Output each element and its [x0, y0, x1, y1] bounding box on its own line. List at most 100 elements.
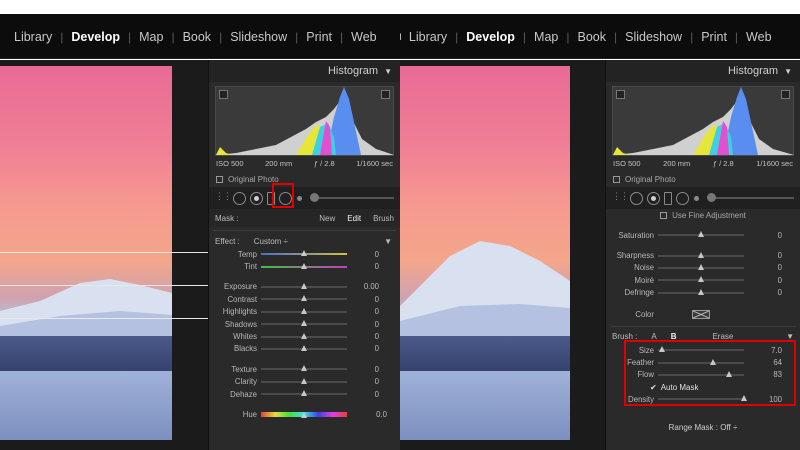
histogram-header[interactable]: Histogram ▼: [209, 60, 400, 82]
module-web[interactable]: Web: [744, 30, 773, 44]
slider-thumb[interactable]: [698, 251, 704, 258]
fine-adjustment-toggle[interactable]: Use Fine Adjustment: [606, 209, 800, 221]
original-photo-toggle[interactable]: Original Photo: [606, 171, 800, 187]
slider-value[interactable]: 0: [347, 250, 379, 259]
slider-moir[interactable]: Moiré 0: [606, 274, 800, 286]
slider-value[interactable]: 0: [347, 377, 379, 386]
slider-value[interactable]: 0: [744, 231, 782, 240]
panel-toggle-icon[interactable]: ◀: [400, 31, 407, 42]
slider-thumb[interactable]: [698, 276, 704, 283]
slider-value[interactable]: 0: [347, 307, 379, 316]
effect-row[interactable]: Effect : Custom ÷ ▼: [209, 234, 400, 248]
crop-tool-icon[interactable]: [630, 191, 643, 205]
slider-track[interactable]: [658, 251, 744, 258]
module-book[interactable]: Book: [181, 30, 214, 44]
module-slideshow[interactable]: Slideshow: [228, 30, 289, 44]
module-map[interactable]: Map: [532, 30, 560, 44]
slider-track[interactable]: [261, 344, 347, 351]
module-slideshow[interactable]: Slideshow: [623, 30, 684, 44]
slider-thumb[interactable]: [301, 377, 307, 384]
slider-value[interactable]: 0.00: [347, 282, 379, 291]
slider-thumb[interactable]: [301, 365, 307, 372]
slider-thumb[interactable]: [301, 344, 307, 351]
brush-tool-icon[interactable]: [693, 192, 701, 205]
slider-blacks[interactable]: Blacks 0: [209, 343, 400, 355]
slider-track[interactable]: [658, 288, 744, 295]
slider-value[interactable]: 0: [347, 365, 379, 374]
slider-value[interactable]: 0: [744, 251, 782, 260]
module-book[interactable]: Book: [575, 30, 608, 44]
slider-thumb[interactable]: [301, 262, 307, 269]
slider-exposure[interactable]: Exposure 0.00: [209, 281, 400, 293]
slider-track[interactable]: [261, 262, 347, 269]
slider-value[interactable]: 0: [347, 332, 379, 341]
slider-dehaze[interactable]: Dehaze 0: [209, 388, 400, 400]
mask-new-button[interactable]: New: [319, 214, 335, 223]
slider-value[interactable]: 0: [347, 320, 379, 329]
slider-thumb[interactable]: [301, 390, 307, 397]
slider-value[interactable]: 0: [744, 276, 782, 285]
slider-value[interactable]: 0: [347, 390, 379, 399]
slider-contrast[interactable]: Contrast 0: [209, 293, 400, 305]
radial-filter-icon[interactable]: [676, 191, 689, 205]
slider-tint[interactable]: Tint 0: [209, 260, 400, 272]
slider-value[interactable]: 0: [347, 262, 379, 271]
module-map[interactable]: Map: [137, 30, 165, 44]
module-print[interactable]: Print: [699, 30, 729, 44]
module-web[interactable]: Web: [349, 30, 378, 44]
slider-thumb[interactable]: [301, 332, 307, 339]
slider-sharpness[interactable]: Sharpness 0: [606, 249, 800, 261]
slider-thumb[interactable]: [301, 307, 307, 314]
slider-track[interactable]: [261, 282, 347, 289]
slider-track[interactable]: [261, 295, 347, 302]
slider-texture[interactable]: Texture 0: [209, 363, 400, 375]
slider-track[interactable]: [658, 231, 744, 238]
slider-track[interactable]: [261, 377, 347, 384]
tool-slider[interactable]: [310, 193, 394, 202]
original-photo-toggle[interactable]: Original Photo: [209, 171, 400, 187]
spot-removal-icon[interactable]: [250, 191, 263, 205]
slider-track[interactable]: [658, 276, 744, 283]
module-print[interactable]: Print: [304, 30, 334, 44]
slider-noise[interactable]: Noise 0: [606, 262, 800, 274]
mask-edit-button[interactable]: Edit: [347, 214, 361, 223]
tool-slider[interactable]: [707, 193, 794, 202]
slider-saturation[interactable]: Saturation 0: [606, 229, 800, 241]
slider-track[interactable]: [261, 365, 347, 372]
slider-thumb[interactable]: [301, 295, 307, 302]
spot-removal-icon[interactable]: [647, 191, 660, 205]
module-library[interactable]: Library: [12, 30, 54, 44]
slider-track[interactable]: [261, 320, 347, 327]
brush-tool-icon[interactable]: [296, 192, 304, 205]
effect-preset-select[interactable]: Custom ÷: [254, 237, 288, 246]
slider-value[interactable]: 0: [347, 295, 379, 304]
hue-slider[interactable]: Hue 0.0: [209, 408, 400, 420]
slider-thumb[interactable]: [698, 263, 704, 270]
slider-thumb[interactable]: [301, 282, 307, 289]
slider-defringe[interactable]: Defringe 0: [606, 287, 800, 299]
crop-tool-icon[interactable]: [233, 191, 246, 205]
slider-shadows[interactable]: Shadows 0: [209, 318, 400, 330]
mask-brush-button[interactable]: Brush: [373, 214, 394, 223]
module-develop[interactable]: Develop: [464, 30, 517, 44]
slider-track[interactable]: [261, 390, 347, 397]
slider-thumb[interactable]: [698, 231, 704, 238]
histogram-header[interactable]: Histogram ▼: [606, 60, 800, 82]
grid-icon[interactable]: [215, 191, 231, 205]
slider-track[interactable]: [658, 263, 744, 270]
slider-track[interactable]: [261, 307, 347, 314]
module-library[interactable]: Library: [407, 30, 449, 44]
slider-whites[interactable]: Whites 0: [209, 330, 400, 342]
range-mask-select[interactable]: Range Mask : Off ÷: [606, 420, 800, 436]
slider-track[interactable]: [261, 332, 347, 339]
slider-highlights[interactable]: Highlights 0: [209, 306, 400, 318]
slider-value[interactable]: 0: [347, 344, 379, 353]
color-swatch-icon[interactable]: [692, 310, 710, 320]
slider-temp[interactable]: Temp 0: [209, 248, 400, 260]
slider-track[interactable]: [261, 250, 347, 257]
slider-clarity[interactable]: Clarity 0: [209, 376, 400, 388]
slider-thumb[interactable]: [301, 320, 307, 327]
slider-thumb[interactable]: [698, 288, 704, 295]
slider-thumb[interactable]: [301, 250, 307, 257]
graduated-filter-icon[interactable]: [664, 191, 672, 205]
